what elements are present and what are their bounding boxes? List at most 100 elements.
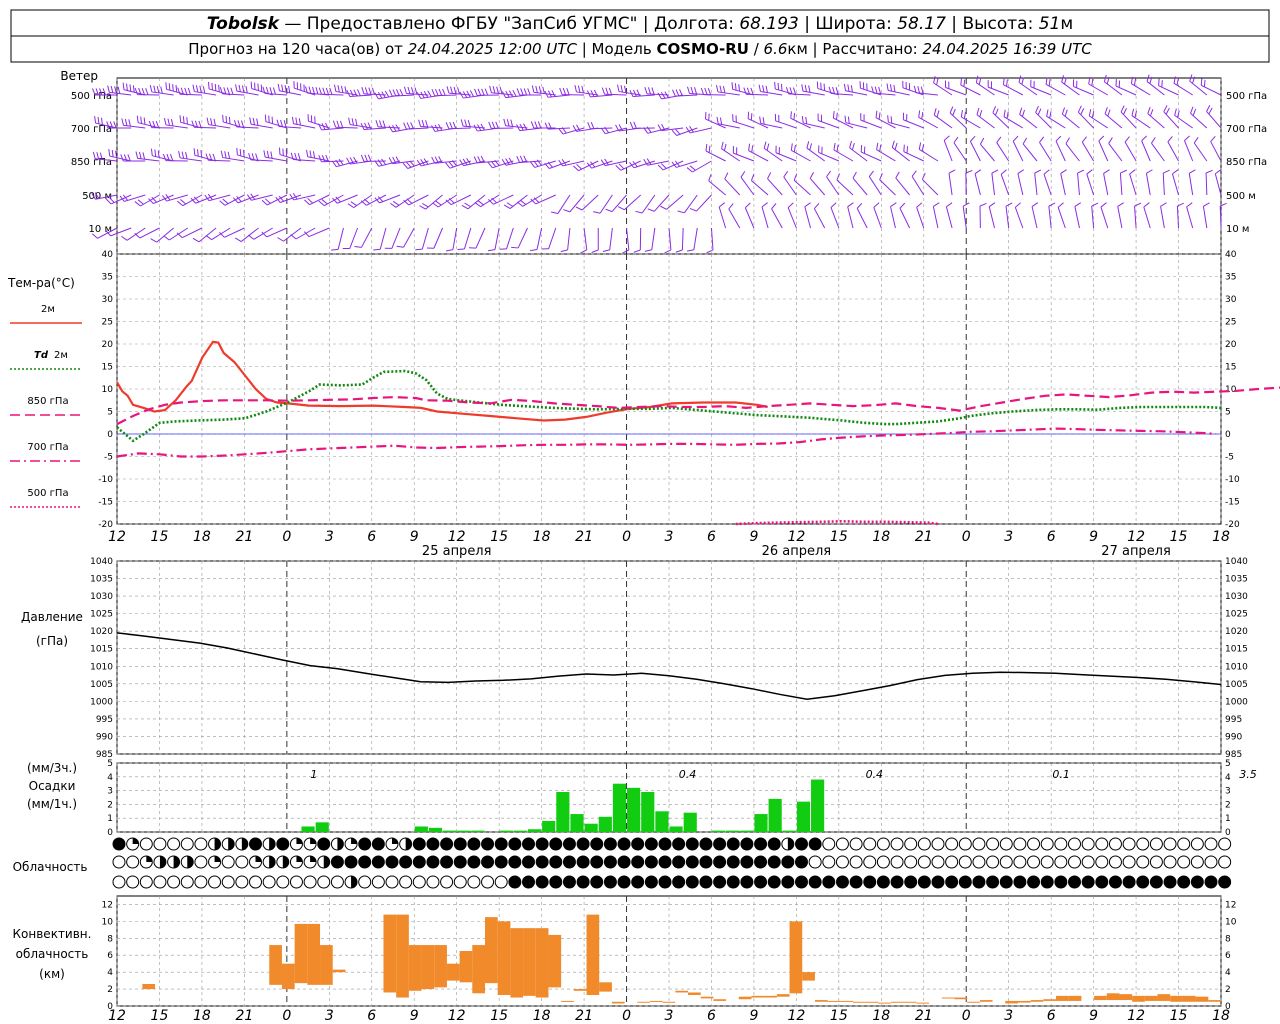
wind-barb-flag [421,119,425,127]
cloud-cell [276,837,290,851]
wind-barb-flag [416,92,422,99]
conv-vgrid [116,896,1222,1006]
wind-barb-flag [886,83,889,91]
wind-barb-flag [163,235,170,241]
wind-barb-flag [461,204,469,210]
wind-barb-flag [399,88,404,96]
precip-bar [443,830,457,832]
wind-barb-flag [375,120,379,128]
cloud-cell [330,875,344,889]
wind-barb-flag [435,200,442,206]
wind-barb-flag [309,150,312,158]
cloud-cell [412,855,426,869]
cloud-cell [781,875,795,889]
cloud-cell [167,875,181,889]
hour-label-bottom: 15 [490,1008,508,1024]
hour-label-bottom: 3 [1004,1008,1013,1024]
cloud-cell [194,875,208,889]
wind-barb-staff [1167,141,1179,162]
cloud-cell [713,855,727,869]
cloud-cell [562,855,576,869]
wind-barb-flag [657,124,662,131]
wind-barb-flag [965,169,973,174]
wind-barb-staff [198,227,217,243]
wind-barb-staff [1103,173,1109,196]
wind-barb-staff [1014,207,1024,229]
cloud-cell [904,837,918,851]
wind-barb-flag [392,89,397,97]
cloud-cell [508,855,522,869]
cloud-cell [590,875,604,889]
wind-barb-flag [132,85,135,93]
wind-barb-flag [664,249,672,254]
wind-barb-staff [567,227,571,250]
wind-barb-flag [219,200,226,206]
y-tick-left: 2 [107,800,113,810]
cloud-cell-fill [351,875,358,888]
wind-barb-flag [1048,202,1056,207]
hour-label-bottom: 21 [235,1008,253,1024]
y-tick-left: 1000 [90,697,113,707]
precip-bar [513,830,527,832]
cloud-cell [672,875,686,889]
meteogram: Tobolsk — Предоставлено ФГБУ "ЗапСиб УГМ… [7,9,1280,1024]
wind-barb-flag [202,86,206,94]
cloud-cell [644,837,658,851]
cloud-cell [1013,875,1027,889]
header: Tobolsk — Предоставлено ФГБУ "ЗапСиб УГМ… [10,9,1270,63]
wind-barb-flag [689,165,696,171]
wind-barb-flag [895,171,900,179]
cloud-cell [508,837,522,851]
cloud-cell [522,837,535,851]
wind-barb-flag [297,153,301,161]
wind-barb-flag [464,119,468,127]
y-tick-right: 25 [1225,318,1236,328]
cloud-cell [1218,837,1232,851]
wind-barb-flag [487,249,496,252]
precip-bar [726,830,740,832]
wind-barb-flag [477,88,482,96]
cloud-cell [1027,837,1041,851]
wind-barb-flag [512,89,517,97]
wind-barb-flag [242,85,245,93]
wind-barb-flag [1039,136,1045,143]
wind-barb-staff [548,227,557,249]
wind-barb-flag [1061,75,1064,83]
wind-barb-flag [425,120,429,128]
hour-label: 12 [1127,529,1145,545]
wind-barb-flag [1147,106,1151,114]
cloud-cell [562,837,576,851]
precip-bar [627,787,641,832]
wind-barb-flag [379,120,383,128]
wind-barb-flag [149,85,153,93]
y-tick-right: 8 [1225,934,1231,944]
wind-barb-flag [154,149,157,157]
wind-barb-flag [269,87,273,95]
wind-barb-staff [1129,173,1137,196]
conv-bar [485,917,498,984]
cloud-cell [726,875,740,889]
wind-barb-flag [389,202,397,208]
legend-label-t500: 500 гПа [27,488,68,499]
wind-barb-flag [843,83,847,91]
conv-bar [1106,993,1120,1001]
conv-bar [878,1002,892,1004]
wind-barb-staff [1048,206,1052,229]
cloud-cell [426,855,440,869]
wind-barb-flag [449,121,453,129]
cloud-cell [1177,837,1191,851]
wind-barb-flag [329,87,333,95]
wind-barb-staff [1171,173,1180,196]
conv-bar [675,990,689,993]
legend-label-td-suffix: 2м [54,350,68,361]
cloud-cell [644,855,658,869]
y-tick-right: 0 [1225,828,1231,838]
conv-bar [535,928,549,998]
wind-barb-flag [438,88,443,96]
wind-barb-staff [494,227,500,250]
cloud-cell [371,875,385,889]
wind-barb-flag [191,120,195,128]
wind-barb-flag [647,87,652,95]
wind-barb-staff [943,140,953,162]
wind-barb-flag [205,235,212,241]
